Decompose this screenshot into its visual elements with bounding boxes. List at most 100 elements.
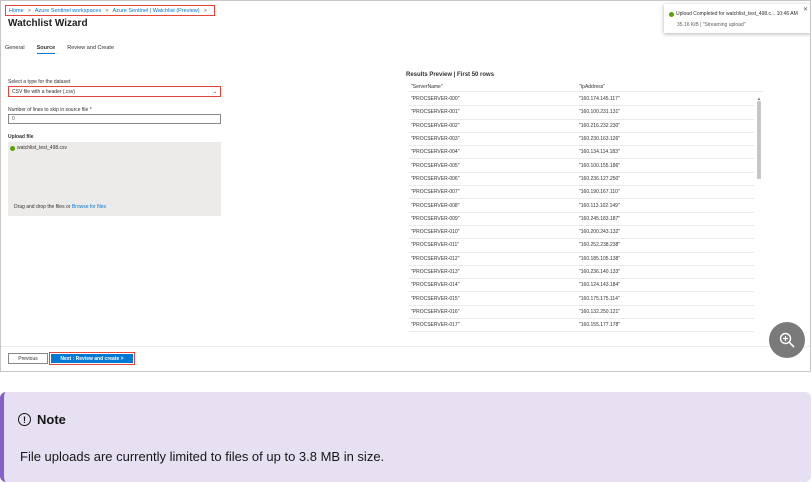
cell-ipaddress: "160.124.143.184" (579, 282, 621, 289)
note-callout: ! Note File uploads are currently limite… (0, 392, 811, 482)
table-row[interactable]: "PROCSERVER-004" "160.134.114.183" (409, 146, 754, 160)
table-row[interactable]: "PROCSERVER-014" "160.124.143.184" (409, 279, 754, 293)
zoom-in-glyph (779, 332, 795, 348)
cell-ipaddress: "160.113.102.149" (579, 202, 620, 209)
table-row[interactable]: "PROCSERVER-012" "160.185.105.138" (409, 253, 754, 266)
grid-rows: "PROCSERVER-000" "160.174.145.117" "PROCSE… (409, 93, 754, 333)
table-row[interactable]: "PROCSERVER-001" "160.100.231.131" (409, 106, 754, 120)
upload-file-label: Upload file (8, 134, 34, 140)
cell-ipaddress: "160.100.155.186" (579, 162, 621, 169)
dataset-type-select[interactable]: CSV file with a header (.csv) ⌄ (8, 86, 221, 97)
page-title: Watchlist Wizard (8, 18, 88, 29)
cell-ipaddress: "160.174.145.117" (579, 96, 620, 103)
toast-title-row: Upload Completed for watchlist_test_498.… (669, 11, 798, 17)
column-header-servername[interactable]: "ServerName" (409, 84, 579, 90)
cell-ipaddress: "160.175.175.114" (579, 295, 620, 302)
table-row[interactable]: "PROCSERVER-006" "160.236.127.250" (409, 173, 754, 187)
grid-header: "ServerName" "IpAddress" (409, 83, 763, 92)
table-row[interactable]: "PROCSERVER-008" "160.113.102.149" (409, 199, 754, 213)
scroll-up-icon[interactable]: ▲ (756, 96, 762, 101)
note-title-row: ! Note (18, 412, 66, 427)
cell-servername: "PROCSERVER-009" (411, 215, 460, 222)
table-row[interactable]: "PROCSERVER-010" "160.200.243.132" (409, 226, 754, 240)
chevron-down-icon: ⌄ (212, 89, 218, 95)
skip-lines-label: Number of lines to skip in source file * (8, 107, 92, 113)
browse-files-link[interactable]: Browse for files (72, 204, 106, 210)
breadcrumb-separator: > (105, 7, 109, 14)
cell-ipaddress: "160.155.177.178" (579, 322, 621, 329)
breadcrumb-separator: > (27, 7, 31, 14)
tab-general[interactable]: General (5, 45, 25, 54)
breadcrumb: Home > Azure Sentinel workspaces > Azure… (5, 5, 215, 16)
cell-ipaddress: "160.134.114.183" (579, 149, 620, 156)
close-icon[interactable]: ✕ (803, 6, 808, 13)
cell-servername: "PROCSERVER-003" (411, 136, 460, 143)
screenshot-frame: Home > Azure Sentinel workspaces > Azure… (0, 0, 811, 372)
cell-ipaddress: "160.100.231.131" (579, 109, 621, 116)
table-row[interactable]: "PROCSERVER-005" "160.100.155.186" (409, 159, 754, 173)
cell-ipaddress: "160.236.140.133" (579, 269, 621, 275)
info-icon: ! (18, 413, 31, 426)
dataset-type-label: Select a type for the dataset (8, 79, 71, 85)
cell-servername: "PROCSERVER-014" (411, 282, 460, 289)
table-row[interactable]: "PROCSERVER-000" "160.174.145.117" (409, 93, 754, 107)
skip-lines-input[interactable]: 0 (8, 114, 221, 124)
table-row[interactable]: "PROCSERVER-009" "160.245.183.187" (409, 213, 754, 226)
dataset-type-value: CSV file with a header (.csv) (12, 88, 76, 95)
check-circle-icon (669, 11, 674, 17)
wizard-tabs: General Source Review and Create (5, 45, 126, 54)
upload-toast: Upload Completed for watchlist_test_498.… (664, 4, 810, 33)
cell-servername: "PROCSERVER-017" (411, 322, 460, 329)
drop-instructions: Drag and drop the files or Browse for fi… (14, 204, 106, 210)
table-row[interactable]: "PROCSERVER-007" "160.190.167.110" (409, 186, 754, 200)
breadcrumb-separator: > (203, 7, 207, 14)
cell-ipaddress: "160.132.250.121" (579, 308, 621, 315)
cell-servername: "PROCSERVER-011" (411, 242, 460, 249)
cell-servername: "PROCSERVER-010" (411, 229, 460, 236)
next-review-create-button[interactable]: Next : Review and create > (51, 354, 133, 363)
scrollbar-thumb[interactable] (757, 101, 761, 179)
table-row[interactable]: "PROCSERVER-013" "160.236.140.133" (409, 266, 754, 280)
previous-button[interactable]: Previous (8, 353, 48, 364)
next-button-highlight: Next : Review and create > (49, 352, 135, 365)
tab-source[interactable]: Source (36, 45, 56, 54)
note-text: File uploads are currently limited to fi… (20, 449, 385, 464)
drop-text: Drag and drop the files or (14, 204, 71, 210)
uploaded-file-item: watchlist_test_498.csv (10, 145, 67, 151)
cell-ipaddress: "160.200.243.132" (579, 229, 621, 236)
cell-servername: "PROCSERVER-000" (411, 96, 460, 103)
cell-ipaddress: "160.245.183.187" (579, 215, 621, 222)
table-row[interactable]: "PROCSERVER-011" "160.252.238.238" (409, 239, 754, 253)
breadcrumb-workspaces[interactable]: Azure Sentinel workspaces (35, 8, 101, 14)
note-title: Note (37, 412, 66, 427)
toast-title: Upload Completed for watchlist_test_498.… (676, 11, 798, 17)
cell-ipaddress: "160.236.127.250" (579, 175, 621, 182)
breadcrumb-watchlist[interactable]: Azure Sentinel | Watchlist (Preview) (112, 8, 199, 14)
table-row[interactable]: "PROCSERVER-003" "160.230.163.126" (409, 133, 754, 147)
breadcrumb-home[interactable]: Home (9, 8, 24, 14)
tab-review-and-create[interactable]: Review and Create (67, 45, 114, 54)
results-preview-grid: "ServerName" "IpAddress" "PROCSERVER-000… (409, 83, 763, 333)
table-row[interactable]: "PROCSERVER-002" "160.216.232.230" (409, 120, 754, 133)
grid-scrollbar[interactable]: ▲ (756, 96, 762, 331)
cell-servername: "PROCSERVER-013" (411, 269, 460, 275)
cell-servername: "PROCSERVER-001" (411, 109, 460, 116)
cell-servername: "PROCSERVER-006" (411, 175, 460, 182)
results-preview-title: Results Preview | First 50 rows (406, 72, 495, 78)
uploaded-file-name: watchlist_test_498.csv (17, 145, 68, 151)
cell-ipaddress: "160.216.232.230" (579, 122, 621, 129)
table-row[interactable]: "PROCSERVER-017" "160.155.177.178" (409, 319, 754, 333)
cell-servername: "PROCSERVER-008" (411, 202, 460, 209)
column-header-ipaddress[interactable]: "IpAddress" (579, 84, 749, 90)
cell-servername: "PROCSERVER-012" (411, 255, 460, 262)
cell-servername: "PROCSERVER-002" (411, 122, 460, 129)
cell-servername: "PROCSERVER-016" (411, 308, 460, 315)
cell-ipaddress: "160.185.105.138" (579, 255, 621, 262)
cell-ipaddress: "160.230.163.126" (579, 136, 621, 143)
zoom-in-icon[interactable] (769, 322, 805, 358)
table-row[interactable]: "PROCSERVER-015" "160.175.175.114" (409, 292, 754, 306)
cell-servername: "PROCSERVER-005" (411, 162, 460, 169)
upload-dropzone[interactable]: watchlist_test_498.csv Drag and drop the… (8, 142, 221, 216)
cell-servername: "PROCSERVER-007" (411, 189, 460, 196)
table-row[interactable]: "PROCSERVER-016" "160.132.250.121" (409, 306, 754, 320)
